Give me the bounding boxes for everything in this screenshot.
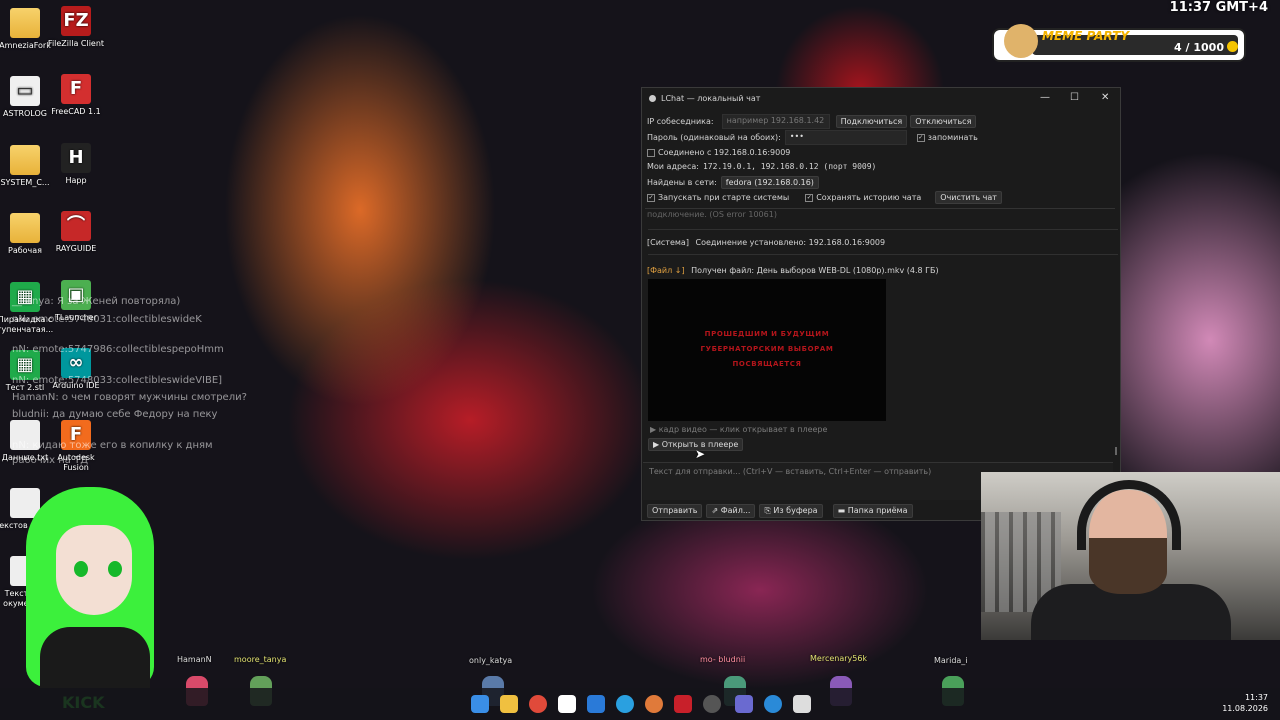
folder-icon bbox=[10, 8, 40, 38]
folder-icon: ▭ bbox=[10, 76, 40, 106]
receive-folder-button[interactable]: ▬ Папка приёма bbox=[832, 504, 913, 518]
stream-chat-line: bludnii: да думаю себе Федору на пеку bbox=[12, 409, 218, 420]
meme-party-title: MEME PARTY bbox=[1042, 29, 1130, 43]
viewer-nick: Mercenary56k bbox=[810, 654, 868, 663]
close-icon[interactable]: ✕ bbox=[1101, 92, 1109, 103]
vscode-icon[interactable] bbox=[587, 695, 605, 713]
start-icon[interactable] bbox=[471, 695, 489, 713]
webcam-overlay bbox=[981, 472, 1280, 640]
video-caption: ▶ кадр видео — клик открывает в плеере bbox=[650, 425, 828, 434]
autostart-checkbox[interactable]: ✓ bbox=[647, 193, 655, 202]
my-address-value: 172.19.0.1, 192.168.0.12 (порт 9009) bbox=[702, 162, 877, 171]
telegram-icon[interactable] bbox=[764, 695, 782, 713]
desktop-icon-happ[interactable]: H Happ bbox=[45, 143, 107, 186]
obs-icon[interactable] bbox=[703, 695, 721, 713]
log-line-file: [Файл ↓] Получен файл: День выборов WEB-… bbox=[647, 266, 939, 275]
peer-button[interactable]: fedora (192.168.0.16) bbox=[720, 176, 819, 189]
autostart-label: Запускать при старте системы bbox=[658, 193, 790, 202]
vtuber-avatar: KICK bbox=[18, 487, 158, 720]
telegram-icon[interactable] bbox=[616, 695, 634, 713]
stream-chat-line: __tanya: Я за Женей повторяла) bbox=[12, 296, 181, 307]
rayguide-icon: ⌒ bbox=[61, 211, 91, 241]
desktop-icon-freecad[interactable]: F FreeCAD 1.1 bbox=[45, 74, 107, 117]
folder-icon bbox=[10, 213, 40, 243]
viewer-nick: only_katya bbox=[469, 656, 513, 665]
stream-chat-line: nN: emote:5748033:collectibleswideVIBE] bbox=[12, 375, 223, 386]
video-frame-text: ПРОШЕДШИМ И БУДУЩИМ bbox=[704, 330, 830, 338]
send-button[interactable]: Отправить bbox=[647, 504, 703, 518]
lchat-window: LChat — локальный чат — ☐ ✕ IP собеседни… bbox=[641, 87, 1121, 521]
found-label: Найдены в сети: bbox=[647, 178, 717, 187]
freecad-icon: F bbox=[61, 74, 91, 104]
remember-checkbox[interactable]: ✓ bbox=[916, 133, 925, 142]
status-indicator bbox=[647, 148, 655, 157]
desktop-icon-filezilla[interactable]: FZ FileZilla Client bbox=[45, 6, 107, 49]
coin-icon bbox=[1227, 41, 1238, 52]
app-red-icon[interactable] bbox=[674, 695, 692, 713]
video-preview[interactable]: ПРОШЕДШИМ И БУДУЩИМ ГУБЕРНАТОРСКИМ ВЫБОР… bbox=[648, 279, 886, 421]
desktop-icon-rayguide[interactable]: ⌒ RAYGUIDE bbox=[45, 211, 107, 254]
clipboard-button[interactable]: ⎘ Из буфера bbox=[759, 504, 823, 518]
mouse-cursor-icon: ➤ bbox=[695, 447, 706, 461]
file-button[interactable]: ⇗ Файл... bbox=[706, 504, 756, 518]
log-line: подключение. (OS error 10061) bbox=[647, 210, 777, 219]
file-tag: [Файл ↓] bbox=[647, 266, 685, 275]
explorer-icon[interactable] bbox=[500, 695, 518, 713]
ip-input[interactable]: например 192.168.1.42 bbox=[721, 114, 830, 129]
meme-party-score: 4 / 1000 bbox=[1174, 41, 1224, 54]
system-tag: [Система] bbox=[647, 238, 689, 247]
stream-chat-line: nN: кидаю тоже его в копилку к дням bbox=[12, 440, 213, 451]
my-address-label: Мои адреса: bbox=[647, 162, 699, 171]
chrome-icon[interactable] bbox=[529, 695, 547, 713]
viewer-nick: mo- bludnii bbox=[700, 655, 746, 664]
disconnect-button[interactable]: Отключиться bbox=[910, 115, 977, 128]
ip-label: IP собеседника: bbox=[647, 117, 714, 126]
folder-icon bbox=[10, 145, 40, 175]
app-icon bbox=[649, 94, 656, 102]
minimize-icon[interactable]: — bbox=[1040, 92, 1050, 103]
doge-icon bbox=[1004, 24, 1038, 58]
viewer-nick: Marida_i bbox=[934, 656, 968, 665]
remember-label: запоминать bbox=[927, 133, 978, 142]
file-message: Получен файл: День выборов WEB-DL (1080p… bbox=[691, 266, 939, 275]
app-sun-icon[interactable] bbox=[645, 695, 663, 713]
video-frame-text: ПОСВЯЩАЕТСЯ bbox=[732, 360, 802, 368]
stream-chat-line: HamanN: о чем говорят мужчины смотрели? bbox=[12, 392, 247, 403]
stream-chat-line: nN: emote:5747986:collectiblespepoHmm bbox=[12, 344, 224, 355]
yandex-icon[interactable] bbox=[558, 695, 576, 713]
headphones-icon bbox=[1077, 480, 1181, 550]
lchat-taskbar-icon[interactable] bbox=[793, 695, 811, 713]
save-history-checkbox[interactable]: ✓ bbox=[805, 193, 814, 202]
password-input[interactable]: ••• bbox=[784, 130, 907, 145]
meme-party-widget: MEME PARTY 4 / 1000 bbox=[992, 24, 1246, 62]
clear-chat-button[interactable]: Очистить чат bbox=[935, 191, 1002, 204]
maximize-icon[interactable]: ☐ bbox=[1070, 92, 1079, 103]
video-frame-text: ГУБЕРНАТОРСКИМ ВЫБОРАМ bbox=[700, 345, 834, 353]
system-tray-clock[interactable]: 11:37 11.08.2026 bbox=[1222, 692, 1268, 714]
chat-log[interactable]: подключение. (OS error 10061) [Система] … bbox=[645, 208, 1118, 457]
password-label: Пароль (одинаковый на обоих): bbox=[647, 133, 781, 142]
connect-button[interactable]: Подключиться bbox=[835, 115, 908, 128]
connection-status: Соединено с 192.168.0.16:9009 bbox=[658, 148, 791, 157]
taskbar bbox=[0, 688, 1280, 720]
app-icon[interactable] bbox=[735, 695, 753, 713]
overlay-clock: 11:37 GMT+4 bbox=[1169, 0, 1268, 15]
scrollbar[interactable] bbox=[1115, 447, 1117, 455]
filezilla-icon: FZ bbox=[61, 6, 91, 36]
save-history-label: Сохранять историю чата bbox=[816, 193, 922, 202]
window-title: LChat — локальный чат bbox=[661, 93, 761, 103]
stream-chat-line: рабочих на ТД bbox=[12, 455, 89, 466]
viewer-nick: moore_tanya bbox=[234, 655, 287, 664]
viewer-nick: HamanN bbox=[177, 655, 212, 664]
log-line-system: [Система] Соединение установлено: 192.16… bbox=[647, 238, 885, 247]
stream-chat-line: nN: emote:5748031:collectibleswideK bbox=[12, 314, 202, 325]
happ-icon: H bbox=[61, 143, 91, 173]
system-message: Соединение установлено: 192.168.0.16:900… bbox=[695, 238, 886, 247]
